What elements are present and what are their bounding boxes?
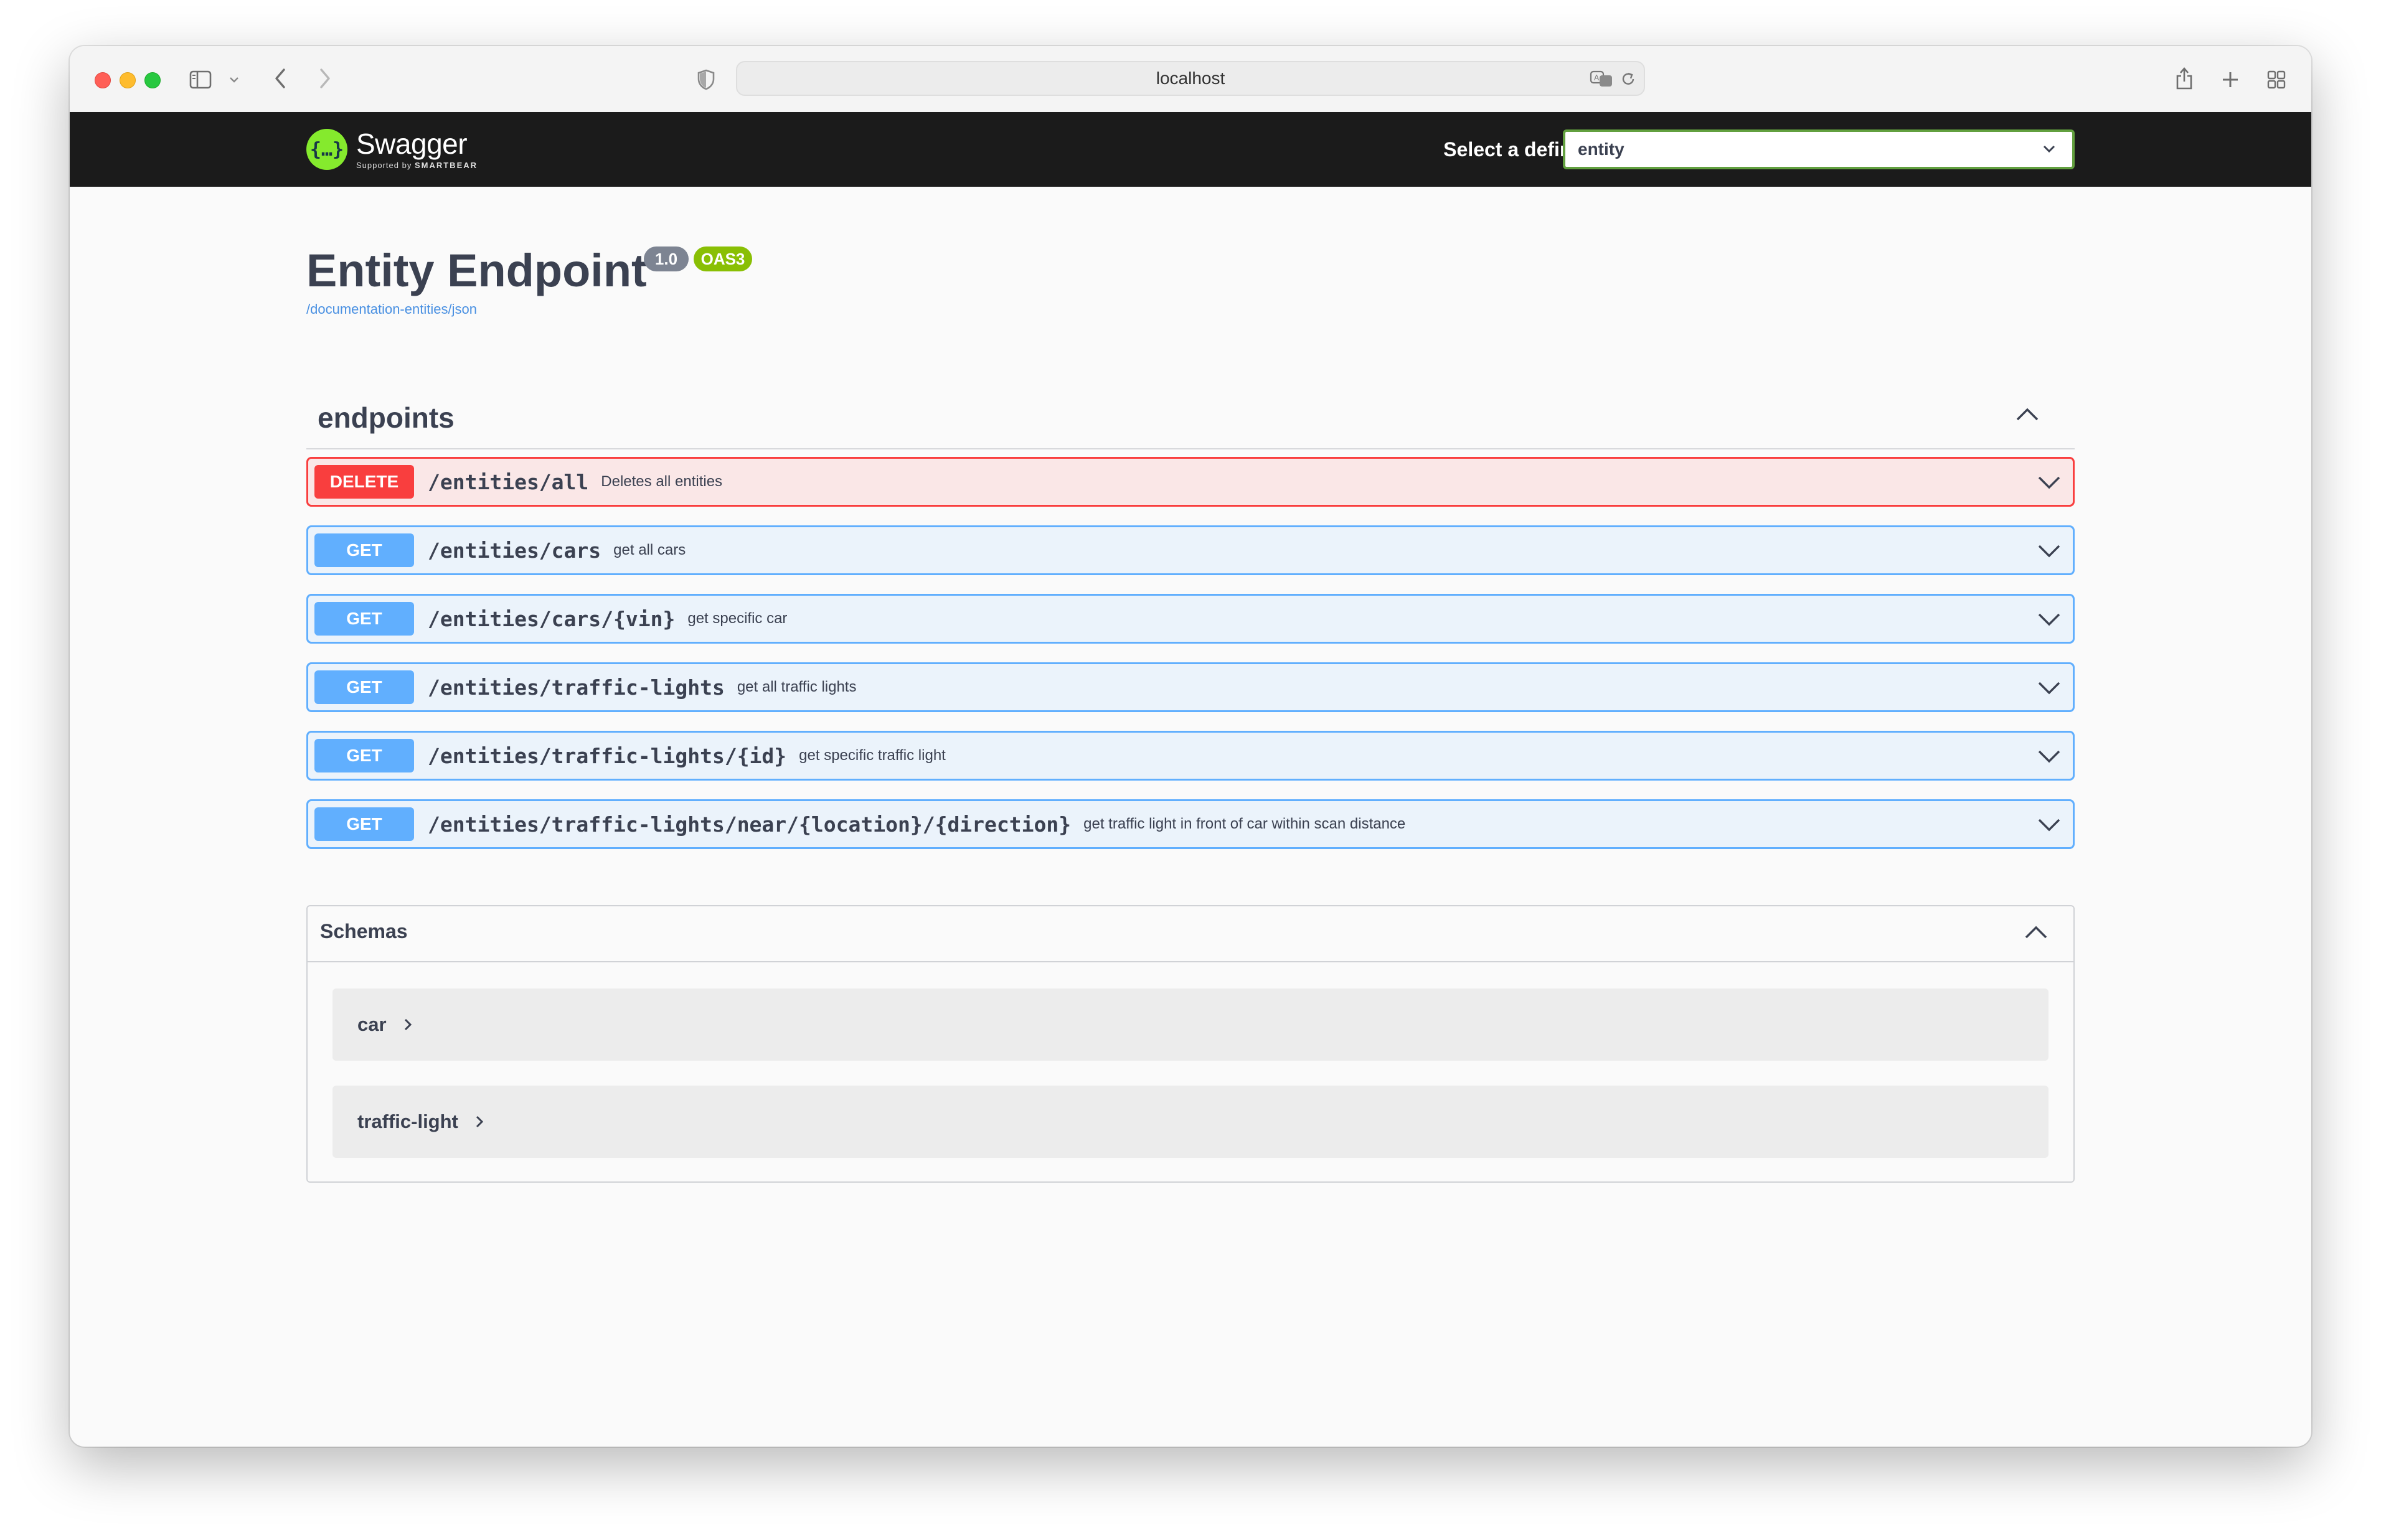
- model-traffic-light[interactable]: traffic-light: [332, 1086, 2049, 1158]
- operation-summary: get specific car: [687, 610, 788, 627]
- oas-badge: OAS3: [694, 246, 752, 271]
- logo-supported: Supported by: [356, 160, 412, 170]
- spec-url-link[interactable]: /documentation-entities/json: [306, 301, 477, 317]
- browser-toolbar: localhost A: [70, 46, 2311, 113]
- model-name: car: [357, 1013, 387, 1035]
- chevron-down-icon[interactable]: [228, 73, 240, 86]
- chevron-right-icon: [474, 1114, 484, 1129]
- address-bar[interactable]: localhost A: [736, 61, 1645, 96]
- operation-summary: Deletes all entities: [601, 473, 723, 490]
- forward-icon[interactable]: [313, 66, 337, 91]
- operation-summary: get specific traffic light: [799, 747, 946, 764]
- model-name: traffic-light: [357, 1110, 458, 1132]
- translate-icon[interactable]: A: [1589, 68, 1614, 90]
- operation-get-entities-traffic-lights[interactable]: GET /entities/traffic-lights get all tra…: [306, 662, 2075, 712]
- zoom-window-button[interactable]: [144, 72, 161, 88]
- divider: [306, 448, 2075, 449]
- close-window-button[interactable]: [95, 72, 111, 88]
- chevron-down-icon[interactable]: [2037, 608, 2062, 632]
- operation-path: /entities/traffic-lights: [428, 675, 725, 700]
- back-icon[interactable]: [268, 66, 293, 91]
- definition-value: entity: [1578, 139, 1624, 159]
- operation-path: /entities/cars: [428, 538, 601, 563]
- swagger-topbar: {…} Swagger Supported by SMARTBEAR Selec…: [70, 112, 2311, 187]
- operation-get-entities-traffic-lights-id[interactable]: GET /entities/traffic-lights/{id} get sp…: [306, 731, 2075, 781]
- privacy-shield-icon[interactable]: [695, 67, 717, 92]
- operation-summary: get all cars: [613, 542, 686, 558]
- address-text: localhost: [1156, 68, 1225, 88]
- logo-title: Swagger: [356, 127, 468, 160]
- swagger-logo[interactable]: {…} Swagger Supported by SMARTBEAR: [306, 123, 478, 176]
- logo-brand: SMARTBEAR: [414, 160, 478, 170]
- schemas-header[interactable]: Schemas: [308, 906, 2073, 962]
- chevron-down-icon[interactable]: [2037, 745, 2062, 769]
- chevron-right-icon: [403, 1017, 413, 1032]
- new-tab-icon[interactable]: [2218, 67, 2243, 92]
- version-badge: 1.0: [644, 246, 689, 271]
- schemas-title: Schemas: [320, 920, 408, 942]
- operation-path: /entities/traffic-lights/{id}: [428, 743, 787, 768]
- tag-title[interactable]: endpoints: [318, 401, 455, 434]
- browser-window: localhost A {…} Swagger Supported by SMA…: [70, 46, 2311, 1447]
- operation-path: /entities/all: [428, 469, 589, 494]
- method-badge: GET: [314, 602, 414, 636]
- sidebar-toggle-icon[interactable]: [188, 67, 213, 92]
- operation-summary: get traffic light in front of car within…: [1083, 815, 1406, 832]
- operation-delete-entities-all[interactable]: DELETE /entities/all Deletes all entitie…: [306, 457, 2075, 507]
- operation-get-entities-cars-vin[interactable]: GET /entities/cars/{vin} get specific ca…: [306, 594, 2075, 644]
- method-badge: GET: [314, 670, 414, 704]
- chevron-down-icon[interactable]: [2037, 814, 2062, 838]
- minimize-window-button[interactable]: [120, 72, 136, 88]
- chevron-down-icon[interactable]: [2037, 471, 2062, 495]
- definition-select[interactable]: entity: [1563, 129, 2075, 169]
- operation-path: /entities/traffic-lights/near/{location}…: [428, 812, 1072, 837]
- tab-overview-icon[interactable]: [2264, 67, 2289, 92]
- collapse-icon[interactable]: [2024, 923, 2049, 944]
- chevron-down-icon[interactable]: [2037, 677, 2062, 701]
- model-car[interactable]: car: [332, 988, 2049, 1061]
- swagger-logo-icon: {…}: [306, 129, 347, 170]
- operation-get-entities-cars[interactable]: GET /entities/cars get all cars: [306, 525, 2075, 575]
- operation-path: /entities/cars/{vin}: [428, 606, 676, 631]
- method-badge: GET: [314, 807, 414, 841]
- reload-icon[interactable]: [1619, 70, 1638, 88]
- schemas-section: Schemas car traffic-light: [306, 905, 2075, 1183]
- svg-text:A: A: [1594, 73, 1600, 82]
- chevron-down-icon: [2041, 141, 2057, 161]
- share-icon[interactable]: [2172, 62, 2197, 93]
- method-badge: GET: [314, 533, 414, 567]
- collapse-icon[interactable]: [2015, 405, 2040, 426]
- operation-summary: get all traffic lights: [737, 678, 857, 695]
- page-title: Entity Endpoint: [306, 245, 647, 296]
- method-badge: DELETE: [314, 465, 414, 499]
- method-badge: GET: [314, 739, 414, 772]
- chevron-down-icon[interactable]: [2037, 540, 2062, 564]
- operation-get-traffic-lights-near[interactable]: GET /entities/traffic-lights/near/{locat…: [306, 799, 2075, 849]
